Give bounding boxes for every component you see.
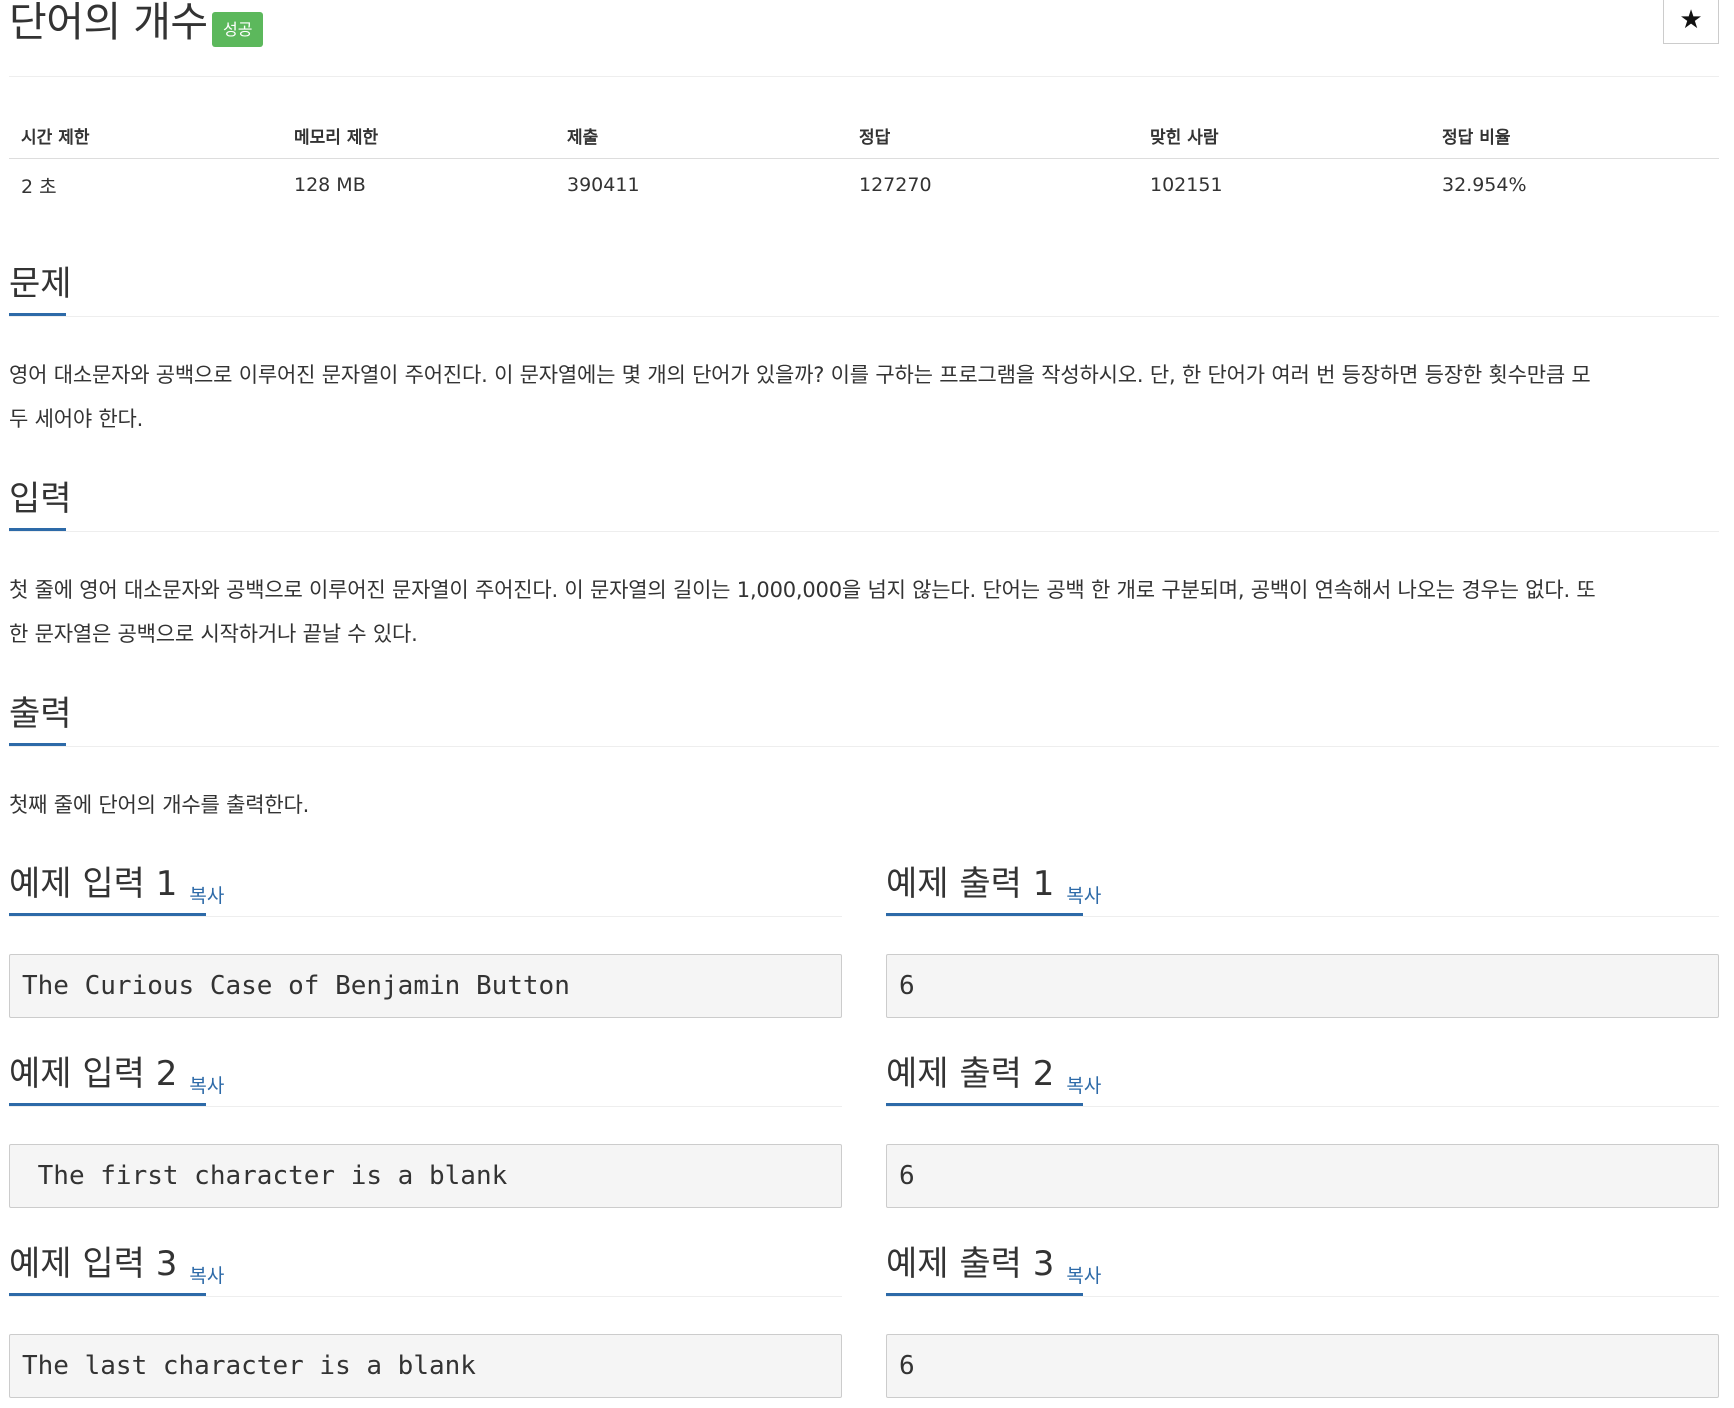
section-description: 문제 영어 대소문자와 공백으로 이루어진 문자열이 주어진다. 이 문자열에는… — [9, 262, 1719, 441]
copy-sample-input-1-button[interactable]: 복사 — [189, 874, 224, 918]
sample-input-3-head: 예제 입력 3 복사 — [9, 1242, 842, 1297]
sample-output-2: 예제 출력 2 복사 6 — [886, 1052, 1719, 1208]
description-line-1: 영어 대소문자와 공백으로 이루어진 문자열이 주어진다. 이 문자열에는 몇 … — [9, 363, 1591, 387]
sample-input-2: 예제 입력 2 복사 The first character is a blan… — [9, 1052, 842, 1208]
value-solved-users: 102151 — [1150, 174, 1223, 196]
sample-input-1-box[interactable]: The Curious Case of Benjamin Button — [9, 954, 842, 1018]
sample-input-3-title: 예제 입력 3 — [9, 1244, 178, 1284]
copy-sample-input-2-button[interactable]: 복사 — [189, 1064, 224, 1108]
table-row: 2 초 128 MB 390411 127270 102151 32.954% — [9, 159, 1719, 212]
value-accepted: 127270 — [859, 174, 932, 196]
section-title-description: 문제 — [9, 262, 72, 316]
status-badge: 성공 — [212, 12, 264, 47]
output-body: 첫째 줄에 단어의 개수를 출력한다. — [9, 783, 1719, 827]
sample-output-2-title: 예제 출력 2 — [886, 1054, 1055, 1094]
value-accept-ratio: 32.954% — [1442, 174, 1527, 196]
description-headline-wrap: 문제 — [9, 262, 1719, 317]
sample-input-1: 예제 입력 1 복사 The Curious Case of Benjamin … — [9, 862, 842, 1018]
section-title-input: 입력 — [9, 477, 72, 531]
sample-input-2-box[interactable]: The first character is a blank — [9, 1144, 842, 1208]
output-headline-wrap: 출력 — [9, 692, 1719, 747]
section-output: 출력 첫째 줄에 단어의 개수를 출력한다. — [9, 692, 1719, 827]
sample-input-3-title-wrap: 예제 입력 3 복사 — [9, 1242, 224, 1296]
header-solved-users: 맞힌 사람 — [1138, 112, 1430, 159]
input-line-2: 한 문자열은 공백으로 시작하거나 끝날 수 있다. — [9, 622, 418, 646]
sample-input-1-title: 예제 입력 1 — [9, 864, 178, 904]
problem-page: 단어의 개수 성공 ★ 시간 제한 메모리 제한 제출 정답 맞힌 사람 정답 … — [9, 0, 1719, 1398]
description-body: 영어 대소문자와 공백으로 이루어진 문자열이 주어진다. 이 문자열에는 몇 … — [9, 353, 1719, 441]
table-header-row: 시간 제한 메모리 제한 제출 정답 맞힌 사람 정답 비율 — [9, 112, 1719, 159]
sample-input-1-head: 예제 입력 1 복사 — [9, 862, 842, 917]
header-submissions: 제출 — [555, 112, 847, 159]
value-time-limit: 2 초 — [21, 175, 57, 198]
sample-output-3-title: 예제 출력 3 — [886, 1244, 1055, 1284]
sample-output-1-head: 예제 출력 1 복사 — [886, 862, 1719, 917]
section-title-output: 출력 — [9, 692, 72, 746]
value-memory-limit: 128 MB — [294, 174, 366, 196]
sample-input-2-title-wrap: 예제 입력 2 복사 — [9, 1052, 224, 1106]
copy-sample-output-1-button[interactable]: 복사 — [1066, 874, 1101, 918]
sample-input-3: 예제 입력 3 복사 The last character is a blank — [9, 1242, 842, 1398]
title-row: 단어의 개수 성공 ★ — [9, 0, 1719, 77]
output-line-1: 첫째 줄에 단어의 개수를 출력한다. — [9, 793, 310, 817]
sample-input-2-head: 예제 입력 2 복사 — [9, 1052, 842, 1107]
sample-output-2-head: 예제 출력 2 복사 — [886, 1052, 1719, 1107]
header-time-limit: 시간 제한 — [9, 112, 282, 159]
description-line-2: 두 세어야 한다. — [9, 407, 144, 431]
sample-input-3-box[interactable]: The last character is a blank — [9, 1334, 842, 1398]
sample-output-2-title-wrap: 예제 출력 2 복사 — [886, 1052, 1101, 1106]
value-submissions: 390411 — [567, 174, 640, 196]
input-body: 첫 줄에 영어 대소문자와 공백으로 이루어진 문자열이 주어진다. 이 문자열… — [9, 568, 1719, 656]
header-memory-limit: 메모리 제한 — [282, 112, 555, 159]
sample-output-3-box[interactable]: 6 — [886, 1334, 1719, 1398]
sample-input-1-title-wrap: 예제 입력 1 복사 — [9, 862, 224, 916]
sample-output-1-box[interactable]: 6 — [886, 954, 1719, 1018]
copy-sample-output-2-button[interactable]: 복사 — [1066, 1064, 1101, 1108]
sample-output-3-head: 예제 출력 3 복사 — [886, 1242, 1719, 1297]
star-button[interactable]: ★ — [1663, 0, 1719, 44]
header-accept-ratio: 정답 비율 — [1430, 112, 1719, 159]
sample-input-2-title: 예제 입력 2 — [9, 1054, 178, 1094]
copy-sample-input-3-button[interactable]: 복사 — [189, 1254, 224, 1298]
sample-output-1-title: 예제 출력 1 — [886, 864, 1055, 904]
sample-output-3: 예제 출력 3 복사 6 — [886, 1242, 1719, 1398]
copy-sample-output-3-button[interactable]: 복사 — [1066, 1254, 1101, 1298]
input-headline-wrap: 입력 — [9, 477, 1719, 532]
sample-output-3-title-wrap: 예제 출력 3 복사 — [886, 1242, 1101, 1296]
input-line-1: 첫 줄에 영어 대소문자와 공백으로 이루어진 문자열이 주어진다. 이 문자열… — [9, 578, 1596, 602]
star-icon: ★ — [1679, 5, 1703, 35]
sample-output-1: 예제 출력 1 복사 6 — [886, 862, 1719, 1018]
problem-title: 단어의 개수 — [9, 0, 208, 46]
header-accepted: 정답 — [847, 112, 1138, 159]
section-input: 입력 첫 줄에 영어 대소문자와 공백으로 이루어진 문자열이 주어진다. 이 … — [9, 477, 1719, 656]
sample-output-1-title-wrap: 예제 출력 1 복사 — [886, 862, 1101, 916]
problem-info-table: 시간 제한 메모리 제한 제출 정답 맞힌 사람 정답 비율 2 초 128 M… — [9, 112, 1719, 211]
sample-output-2-box[interactable]: 6 — [886, 1144, 1719, 1208]
